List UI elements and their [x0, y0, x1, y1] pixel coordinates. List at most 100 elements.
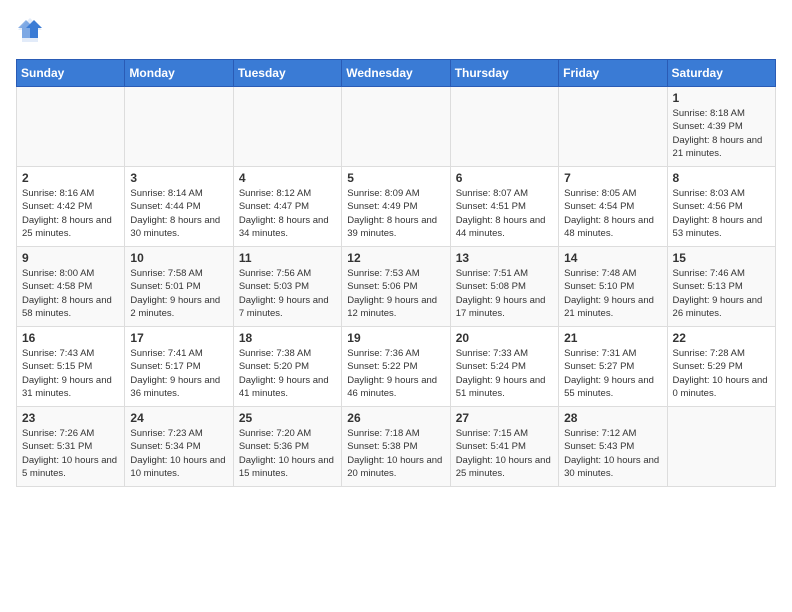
calendar-cell: 1Sunrise: 8:18 AM Sunset: 4:39 PM Daylig… — [667, 87, 775, 167]
calendar-cell: 12 Sunrise: 7:53 AM Sunset: 5:06 PM Dayli… — [342, 247, 450, 327]
day-header-thursday: Thursday — [450, 60, 558, 87]
day-number: 17 — [130, 331, 227, 345]
day-number: 19 — [347, 331, 444, 345]
day-info: Sunrise: 7:48 AM Sunset: 5:10 PM Dayligh… — [564, 267, 661, 320]
calendar-cell — [559, 87, 667, 167]
day-header-friday: Friday — [559, 60, 667, 87]
day-info: Sunrise: 8:18 AM Sunset: 4:39 PM Dayligh… — [673, 107, 770, 160]
day-info: Sunrise: 7:23 AM Sunset: 5:34 PM Dayligh… — [130, 427, 227, 480]
day-info: Sunrise: 7:51 AM Sunset: 5:08 PM Dayligh… — [456, 267, 553, 320]
calendar-week-2: 9Sunrise: 8:00 AM Sunset: 4:58 PM Daylig… — [17, 247, 776, 327]
calendar-cell: 23 Sunrise: 7:26 AM Sunset: 5:31 PM Dayli… — [17, 407, 125, 487]
day-number: 21 — [564, 331, 661, 345]
calendar-cell: 25 Sunrise: 7:20 AM Sunset: 5:36 PM Dayli… — [233, 407, 341, 487]
day-number: 26 — [347, 411, 444, 425]
day-number: 12 — [347, 251, 444, 265]
logo-icon — [16, 16, 44, 49]
calendar-cell: 8 Sunrise: 8:03 AM Sunset: 4:56 PM Daylig… — [667, 167, 775, 247]
day-info: Sunrise: 8:00 AM Sunset: 4:58 PM Dayligh… — [22, 267, 119, 320]
day-header-saturday: Saturday — [667, 60, 775, 87]
calendar-cell: 16 Sunrise: 7:43 AM Sunset: 5:15 PM Dayli… — [17, 327, 125, 407]
day-number: 10 — [130, 251, 227, 265]
day-info: Sunrise: 7:20 AM Sunset: 5:36 PM Dayligh… — [239, 427, 336, 480]
calendar-cell: 14 Sunrise: 7:48 AM Sunset: 5:10 PM Dayli… — [559, 247, 667, 327]
calendar-cell — [233, 87, 341, 167]
day-number: 3 — [130, 171, 227, 185]
day-info: Sunrise: 8:09 AM Sunset: 4:49 PM Dayligh… — [347, 187, 444, 240]
day-number: 11 — [239, 251, 336, 265]
calendar-header: SundayMondayTuesdayWednesdayThursdayFrid… — [17, 60, 776, 87]
calendar-cell — [342, 87, 450, 167]
day-number: 27 — [456, 411, 553, 425]
day-number: 20 — [456, 331, 553, 345]
calendar-cell: 5 Sunrise: 8:09 AM Sunset: 4:49 PM Daylig… — [342, 167, 450, 247]
calendar-cell — [667, 407, 775, 487]
calendar-cell — [450, 87, 558, 167]
calendar-cell: 24 Sunrise: 7:23 AM Sunset: 5:34 PM Dayli… — [125, 407, 233, 487]
day-info: Sunrise: 7:46 AM Sunset: 5:13 PM Dayligh… — [673, 267, 770, 320]
day-info: Sunrise: 8:07 AM Sunset: 4:51 PM Dayligh… — [456, 187, 553, 240]
day-info: Sunrise: 7:56 AM Sunset: 5:03 PM Dayligh… — [239, 267, 336, 320]
day-info: Sunrise: 7:33 AM Sunset: 5:24 PM Dayligh… — [456, 347, 553, 400]
day-number: 15 — [673, 251, 770, 265]
calendar-cell: 10 Sunrise: 7:58 AM Sunset: 5:01 PM Dayli… — [125, 247, 233, 327]
calendar-week-0: 1Sunrise: 8:18 AM Sunset: 4:39 PM Daylig… — [17, 87, 776, 167]
day-number: 24 — [130, 411, 227, 425]
day-number: 23 — [22, 411, 119, 425]
day-number: 2 — [22, 171, 119, 185]
day-number: 13 — [456, 251, 553, 265]
calendar-cell: 6 Sunrise: 8:07 AM Sunset: 4:51 PM Daylig… — [450, 167, 558, 247]
calendar-cell: 4Sunrise: 8:12 AM Sunset: 4:47 PM Daylig… — [233, 167, 341, 247]
days-of-week-row: SundayMondayTuesdayWednesdayThursdayFrid… — [17, 60, 776, 87]
day-info: Sunrise: 8:05 AM Sunset: 4:54 PM Dayligh… — [564, 187, 661, 240]
day-number: 16 — [22, 331, 119, 345]
calendar-cell: 21 Sunrise: 7:31 AM Sunset: 5:27 PM Dayli… — [559, 327, 667, 407]
day-info: Sunrise: 8:14 AM Sunset: 4:44 PM Dayligh… — [130, 187, 227, 240]
day-info: Sunrise: 8:16 AM Sunset: 4:42 PM Dayligh… — [22, 187, 119, 240]
day-info: Sunrise: 7:15 AM Sunset: 5:41 PM Dayligh… — [456, 427, 553, 480]
calendar-cell: 17 Sunrise: 7:41 AM Sunset: 5:17 PM Dayli… — [125, 327, 233, 407]
day-info: Sunrise: 7:31 AM Sunset: 5:27 PM Dayligh… — [564, 347, 661, 400]
day-header-monday: Monday — [125, 60, 233, 87]
day-info: Sunrise: 7:43 AM Sunset: 5:15 PM Dayligh… — [22, 347, 119, 400]
calendar-week-3: 16 Sunrise: 7:43 AM Sunset: 5:15 PM Dayli… — [17, 327, 776, 407]
calendar-cell: 11 Sunrise: 7:56 AM Sunset: 5:03 PM Dayli… — [233, 247, 341, 327]
day-info: Sunrise: 7:36 AM Sunset: 5:22 PM Dayligh… — [347, 347, 444, 400]
day-info: Sunrise: 7:38 AM Sunset: 5:20 PM Dayligh… — [239, 347, 336, 400]
calendar-week-1: 2 Sunrise: 8:16 AM Sunset: 4:42 PM Daylig… — [17, 167, 776, 247]
day-number: 6 — [456, 171, 553, 185]
calendar-week-4: 23 Sunrise: 7:26 AM Sunset: 5:31 PM Dayli… — [17, 407, 776, 487]
day-info: Sunrise: 7:58 AM Sunset: 5:01 PM Dayligh… — [130, 267, 227, 320]
day-info: Sunrise: 7:18 AM Sunset: 5:38 PM Dayligh… — [347, 427, 444, 480]
day-info: Sunrise: 7:41 AM Sunset: 5:17 PM Dayligh… — [130, 347, 227, 400]
calendar-cell: 18 Sunrise: 7:38 AM Sunset: 5:20 PM Dayli… — [233, 327, 341, 407]
day-number: 25 — [239, 411, 336, 425]
day-info: Sunrise: 8:03 AM Sunset: 4:56 PM Dayligh… — [673, 187, 770, 240]
day-header-sunday: Sunday — [17, 60, 125, 87]
calendar-cell: 2 Sunrise: 8:16 AM Sunset: 4:42 PM Daylig… — [17, 167, 125, 247]
calendar-cell: 3 Sunrise: 8:14 AM Sunset: 4:44 PM Daylig… — [125, 167, 233, 247]
day-number: 7 — [564, 171, 661, 185]
calendar-cell: 15 Sunrise: 7:46 AM Sunset: 5:13 PM Dayli… — [667, 247, 775, 327]
day-info: Sunrise: 7:53 AM Sunset: 5:06 PM Dayligh… — [347, 267, 444, 320]
calendar-cell: 7 Sunrise: 8:05 AM Sunset: 4:54 PM Daylig… — [559, 167, 667, 247]
calendar-cell: 28 Sunrise: 7:12 AM Sunset: 5:43 PM Dayli… — [559, 407, 667, 487]
day-header-wednesday: Wednesday — [342, 60, 450, 87]
day-info: Sunrise: 7:26 AM Sunset: 5:31 PM Dayligh… — [22, 427, 119, 480]
calendar-cell — [125, 87, 233, 167]
day-number: 28 — [564, 411, 661, 425]
header — [16, 16, 776, 49]
day-info: Sunrise: 7:28 AM Sunset: 5:29 PM Dayligh… — [673, 347, 770, 400]
day-number: 8 — [673, 171, 770, 185]
day-number: 14 — [564, 251, 661, 265]
calendar-cell: 22 Sunrise: 7:28 AM Sunset: 5:29 PM Dayli… — [667, 327, 775, 407]
day-number: 22 — [673, 331, 770, 345]
day-number: 5 — [347, 171, 444, 185]
calendar-table: SundayMondayTuesdayWednesdayThursdayFrid… — [16, 59, 776, 487]
day-number: 18 — [239, 331, 336, 345]
calendar-cell: 19 Sunrise: 7:36 AM Sunset: 5:22 PM Dayli… — [342, 327, 450, 407]
calendar-cell: 26 Sunrise: 7:18 AM Sunset: 5:38 PM Dayli… — [342, 407, 450, 487]
day-info: Sunrise: 8:12 AM Sunset: 4:47 PM Dayligh… — [239, 187, 336, 240]
logo — [16, 16, 48, 49]
day-info: Sunrise: 7:12 AM Sunset: 5:43 PM Dayligh… — [564, 427, 661, 480]
